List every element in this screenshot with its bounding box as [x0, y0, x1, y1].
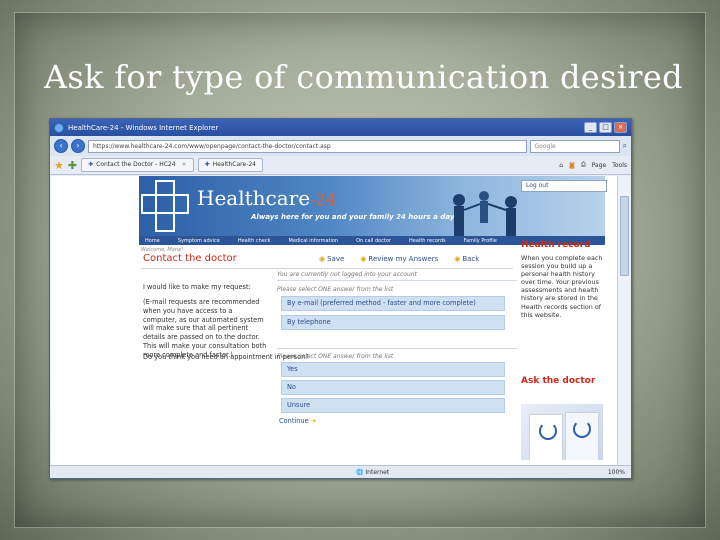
- zoom-level[interactable]: 100%: [608, 469, 625, 476]
- save-label: Save: [327, 255, 345, 263]
- nav-home[interactable]: Home: [145, 238, 160, 244]
- tab-label: HealthCare-24: [212, 161, 256, 168]
- option-email[interactable]: By e-mail (preferred method - faster and…: [281, 296, 505, 311]
- nav-on-call-doctor[interactable]: On call doctor: [356, 238, 391, 244]
- divider: [141, 268, 513, 269]
- site-tagline: Always here for you and your family 24 h…: [251, 213, 455, 221]
- back-label: Back: [462, 255, 480, 263]
- address-bar: ‹ › https://www.healthcare-24.com/www/op…: [50, 136, 631, 156]
- maximize-button[interactable]: □: [599, 122, 612, 133]
- favorites-star-icon[interactable]: ★: [54, 159, 64, 172]
- doctor-photo[interactable]: [521, 404, 603, 460]
- continue-arrow-icon: ➔: [310, 417, 317, 425]
- q1-hint: Please select ONE answer from the list: [277, 286, 394, 293]
- logout-link[interactable]: Log out: [521, 180, 607, 192]
- q1-label: I would like to make my request:: [143, 283, 251, 291]
- option-yes[interactable]: Yes: [281, 362, 505, 377]
- page-viewport: Healthcare-24 Always here for you and yo…: [51, 176, 617, 467]
- security-zone: 🌐 Internet: [356, 468, 390, 476]
- nav-health-check[interactable]: Health check: [238, 238, 271, 244]
- window-controls: _ □ ×: [584, 122, 627, 133]
- nav-health-records[interactable]: Health records: [409, 238, 446, 244]
- continue-link[interactable]: Continue ➔: [279, 417, 316, 425]
- nav-family-profile[interactable]: Family Profile: [464, 238, 497, 244]
- scrollbar-thumb[interactable]: [620, 196, 629, 276]
- add-favorites-icon[interactable]: ✚: [68, 159, 77, 172]
- health-record-panel: Health record When you complete each ses…: [521, 241, 609, 319]
- vertical-scrollbar[interactable]: [617, 176, 631, 467]
- ask-doctor-panel: Ask the doctor: [521, 377, 609, 386]
- option-no[interactable]: No: [281, 380, 505, 395]
- back-icon: ◉: [454, 255, 461, 263]
- page-title: Contact the doctor: [143, 253, 237, 264]
- brand-name: Healthcare: [197, 186, 311, 210]
- tab-site-icon: ✚: [204, 161, 210, 168]
- tab-close-icon[interactable]: ×: [182, 159, 187, 171]
- back-button[interactable]: ◉ Back: [454, 255, 479, 263]
- stethoscope-icon: [539, 422, 557, 440]
- continue-label: Continue: [279, 417, 309, 425]
- divider: [277, 280, 517, 281]
- health-record-text: When you complete each session you build…: [521, 254, 603, 319]
- zone-label: Internet: [365, 468, 390, 476]
- health-record-title[interactable]: Health record: [521, 241, 609, 250]
- url-field[interactable]: https://www.healthcare-24.com/www/openpa…: [88, 139, 527, 153]
- browser-titlebar: HealthCare-24 - Windows Internet Explore…: [50, 119, 631, 136]
- divider: [277, 348, 517, 349]
- ie-icon: [54, 122, 64, 133]
- brand-number: -24: [310, 190, 336, 209]
- nav-medical-information[interactable]: Medical information: [289, 238, 339, 244]
- ask-doctor-title[interactable]: Ask the doctor: [521, 377, 609, 386]
- tools-menu[interactable]: Tools: [612, 162, 627, 169]
- tab-contact-doctor[interactable]: ✚ Contact the Doctor - HC24 ×: [81, 158, 194, 172]
- back-arrow-icon[interactable]: ‹: [54, 139, 68, 153]
- tab-bar: ★ ✚ ✚ Contact the Doctor - HC24 × ✚ Heal…: [50, 156, 631, 175]
- status-bar: 🌐 Internet 100%: [50, 465, 631, 478]
- search-icon[interactable]: ⌕: [623, 141, 627, 151]
- review-label: Review my Answers: [368, 255, 439, 263]
- save-icon: ◉: [319, 255, 326, 263]
- search-input[interactable]: Google: [529, 139, 620, 153]
- option-unsure[interactable]: Unsure: [281, 398, 505, 413]
- save-button[interactable]: ◉ Save: [319, 255, 344, 263]
- review-icon: ◉: [360, 255, 367, 263]
- tab-site-icon: ✚: [88, 161, 94, 168]
- home-icon[interactable]: ⌂: [559, 162, 563, 169]
- login-status: You are currently not logged into your a…: [277, 271, 417, 278]
- logo-cross-bar: [141, 194, 189, 214]
- option-telephone[interactable]: By telephone: [281, 315, 505, 330]
- page-actions: ◉ Save ◉ Review my Answers ◉ Back: [319, 255, 479, 263]
- review-answers-button[interactable]: ◉ Review my Answers: [360, 255, 438, 263]
- stethoscope-icon: [573, 420, 591, 438]
- tab-label: Contact the Doctor - HC24: [96, 161, 176, 168]
- command-bar: ⌂ ◙ ⎙ Page Tools: [559, 161, 627, 169]
- forward-arrow-icon[interactable]: ›: [71, 139, 85, 153]
- feeds-icon[interactable]: ◙: [569, 162, 575, 169]
- tab-healthcare[interactable]: ✚ HealthCare-24: [197, 158, 263, 172]
- q1-note: (E-mail requests are recommended when yo…: [143, 298, 267, 359]
- site-logo: Healthcare-24: [197, 186, 336, 210]
- page-menu[interactable]: Page: [592, 162, 607, 169]
- window-title: HealthCare-24 - Windows Internet Explore…: [68, 123, 219, 132]
- nav-symptom-advice[interactable]: Symptom advice: [178, 238, 220, 244]
- browser-window: HealthCare-24 - Windows Internet Explore…: [49, 118, 632, 479]
- print-icon[interactable]: ⎙: [581, 161, 586, 169]
- close-button[interactable]: ×: [614, 122, 627, 133]
- q2-hint: Please select ONE answer from the list: [277, 353, 394, 360]
- minimize-button[interactable]: _: [584, 122, 597, 133]
- slide-title: Ask for type of communication desired: [44, 58, 683, 96]
